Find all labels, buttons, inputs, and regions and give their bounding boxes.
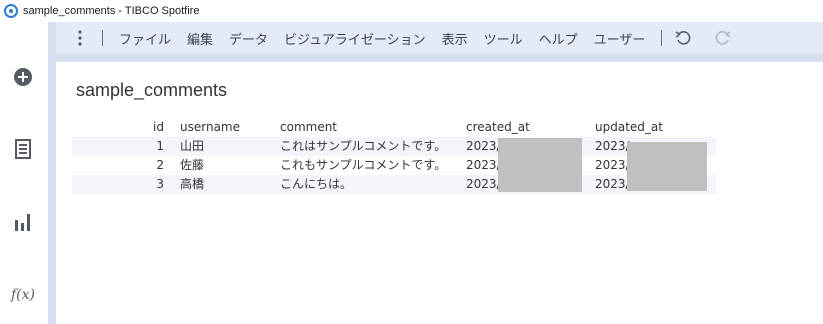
- column-header-updated-at[interactable]: updated_at: [595, 118, 663, 137]
- menu-visualization[interactable]: ビジュアライゼーション: [276, 29, 434, 48]
- cell-created-at: 2023/: [466, 139, 501, 153]
- cell-comment: こんにちは。: [280, 177, 353, 191]
- window-title: sample_comments - TIBCO Spotfire: [23, 5, 200, 17]
- menu-file[interactable]: ファイル: [111, 29, 179, 48]
- cell-updated-at: 2023/: [595, 139, 630, 153]
- menu-view[interactable]: 表示: [434, 29, 476, 48]
- cell-username: 高橋: [180, 177, 205, 191]
- cell-updated-at: 2023/: [595, 177, 630, 191]
- data-table-icon[interactable]: [12, 138, 34, 160]
- table-row[interactable]: 2 佐藤 これもサンプルコメントです。 2023/ 2023/: [72, 156, 716, 175]
- table-row[interactable]: 3 高橋 こんにちは。 2023/ 2023/: [72, 175, 716, 194]
- menu-user[interactable]: ユーザー: [586, 29, 654, 48]
- cell-id: 1: [156, 139, 164, 153]
- menu-separator: [661, 30, 663, 46]
- column-header-comment[interactable]: comment: [280, 118, 337, 137]
- menu-bar-divider: [56, 54, 823, 62]
- menu-bar: ファイル 編集 データ ビジュアライゼーション 表示 ツール ヘルプ ユーザー: [56, 22, 823, 54]
- left-rail-border: [48, 22, 56, 324]
- visualization-canvas: sample_comments id username comment crea…: [56, 62, 823, 324]
- menu-edit[interactable]: 編集: [179, 29, 221, 48]
- column-header-created-at[interactable]: created_at: [466, 118, 530, 137]
- spotfire-app-icon: [4, 4, 18, 18]
- cell-id: 3: [156, 177, 164, 191]
- menu-separator: [102, 30, 103, 46]
- redo-icon: [716, 31, 731, 45]
- cell-created-at: 2023/: [466, 158, 501, 172]
- menu-data[interactable]: データ: [221, 29, 276, 48]
- table-header-row: id username comment created_at updated_a…: [72, 118, 716, 137]
- cell-comment: これはサンプルコメントです。: [280, 139, 447, 153]
- more-menu-button[interactable]: [68, 22, 92, 54]
- redaction-updated-at: [627, 142, 707, 191]
- cell-username: 佐藤: [180, 158, 205, 172]
- cell-comment: これもサンプルコメントです。: [280, 158, 447, 172]
- undo-icon: [675, 31, 691, 45]
- window-titlebar: sample_comments - TIBCO Spotfire: [0, 0, 823, 22]
- bar-chart-icon[interactable]: [12, 211, 34, 233]
- cell-id: 2: [156, 158, 164, 172]
- menu-help[interactable]: ヘルプ: [531, 29, 586, 48]
- cell-username: 山田: [180, 139, 205, 153]
- kebab-vertical-icon: [78, 30, 82, 46]
- undo-button[interactable]: [670, 22, 696, 54]
- redo-button[interactable]: [710, 22, 736, 54]
- table-row[interactable]: 1 山田 これはサンプルコメントです。 2023/ 2023/: [72, 137, 716, 156]
- fx-label: f(x): [11, 287, 36, 303]
- column-header-id[interactable]: id: [132, 118, 164, 137]
- fx-icon[interactable]: f(x): [11, 284, 36, 306]
- cell-updated-at: 2023/: [595, 158, 630, 172]
- redaction-created-at: [498, 138, 582, 192]
- visualization-title: sample_comments: [76, 80, 228, 100]
- add-circle-icon[interactable]: [12, 66, 34, 88]
- column-header-username[interactable]: username: [180, 118, 240, 137]
- menu-tools[interactable]: ツール: [476, 29, 531, 48]
- left-rail: f(x): [0, 22, 48, 324]
- cell-created-at: 2023/: [466, 177, 501, 191]
- data-table[interactable]: id username comment created_at updated_a…: [72, 118, 716, 194]
